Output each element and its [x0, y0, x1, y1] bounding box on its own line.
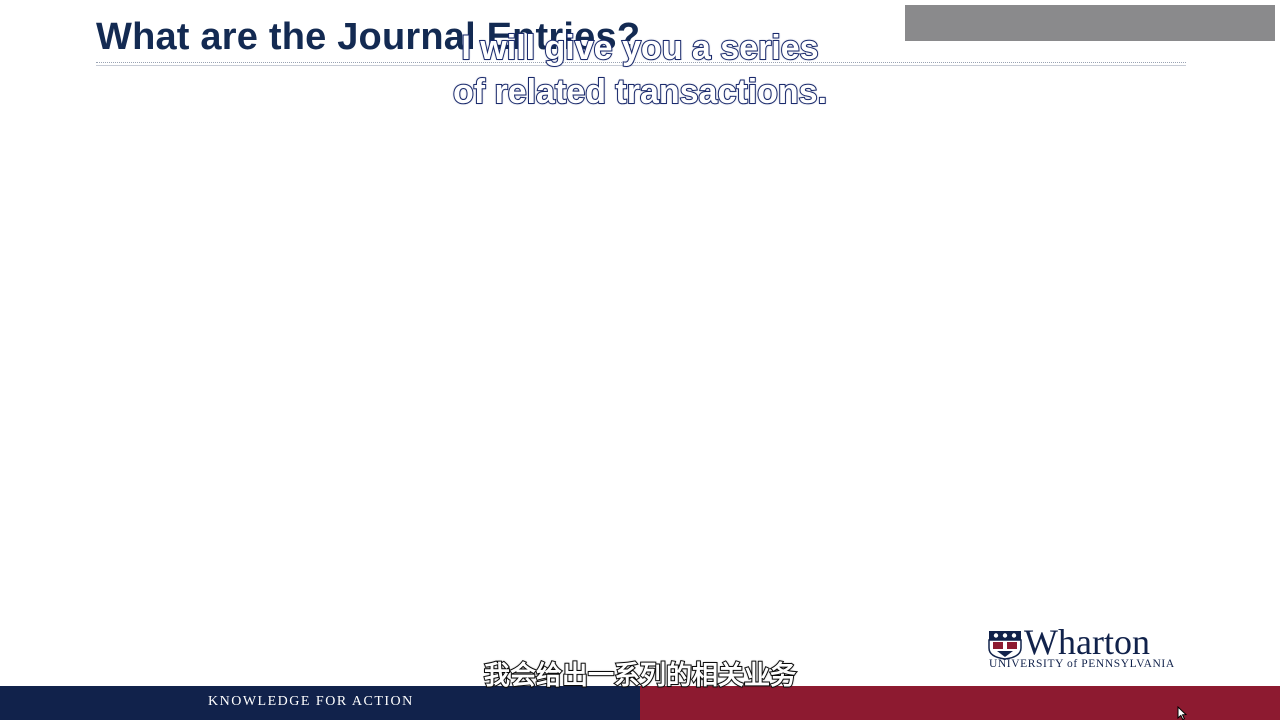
gray-overlay-box — [905, 5, 1275, 41]
university-subtitle: UNIVERSITY of PENNSYLVANIA — [989, 658, 1175, 670]
mouse-cursor-icon — [1177, 706, 1187, 720]
wharton-logo: Wharton UNIVERSITY of PENNSYLVANIA — [988, 622, 1193, 674]
english-subtitle-line-2: of related transactions. — [452, 72, 828, 112]
penn-shield-icon — [988, 631, 1022, 660]
chinese-subtitle: 我会给出一系列的相关业务 — [483, 660, 797, 692]
wharton-wordmark: Wharton — [1024, 622, 1150, 662]
english-subtitle: I will give you a series of related tran… — [380, 26, 900, 114]
footer-tagline: KNOWLEDGE FOR ACTION — [208, 694, 414, 709]
english-subtitle-line-1: I will give you a series — [460, 28, 819, 68]
